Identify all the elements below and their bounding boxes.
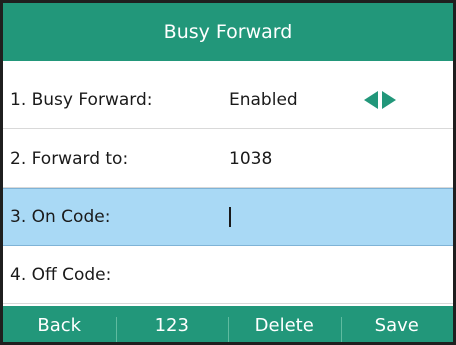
- input-mode-softkey[interactable]: 123: [115, 306, 229, 342]
- softkey-bar: Back 123 Delete Save: [3, 306, 454, 342]
- save-softkey[interactable]: Save: [340, 306, 454, 342]
- busy-forward-label: 1. Busy Forward:: [10, 90, 153, 110]
- busy-forward-row[interactable]: 1. Busy Forward: Enabled: [3, 72, 453, 129]
- forward-to-field[interactable]: 1038: [229, 131, 272, 187]
- arrow-right-icon[interactable]: [382, 91, 396, 109]
- on-code-label: 3. On Code:: [10, 207, 111, 227]
- page-title: Busy Forward: [163, 21, 293, 43]
- forward-to-label: 2. Forward to:: [10, 149, 129, 169]
- on-code-field[interactable]: [229, 189, 231, 245]
- forward-to-row[interactable]: 2. Forward to: 1038: [3, 131, 453, 188]
- text-cursor: [229, 207, 231, 227]
- phone-screen: Busy Forward 1. Busy Forward: Enabled 2.…: [0, 0, 456, 345]
- on-code-row[interactable]: 3. On Code:: [3, 188, 453, 246]
- arrow-left-icon[interactable]: [364, 91, 378, 109]
- off-code-label: 4. Off Code:: [10, 265, 112, 285]
- back-softkey[interactable]: Back: [3, 306, 116, 342]
- busy-forward-value[interactable]: Enabled: [229, 72, 298, 128]
- title-bar: Busy Forward: [3, 3, 453, 61]
- option-switcher[interactable]: [364, 72, 396, 128]
- off-code-row[interactable]: 4. Off Code:: [3, 247, 453, 304]
- delete-softkey[interactable]: Delete: [228, 306, 341, 342]
